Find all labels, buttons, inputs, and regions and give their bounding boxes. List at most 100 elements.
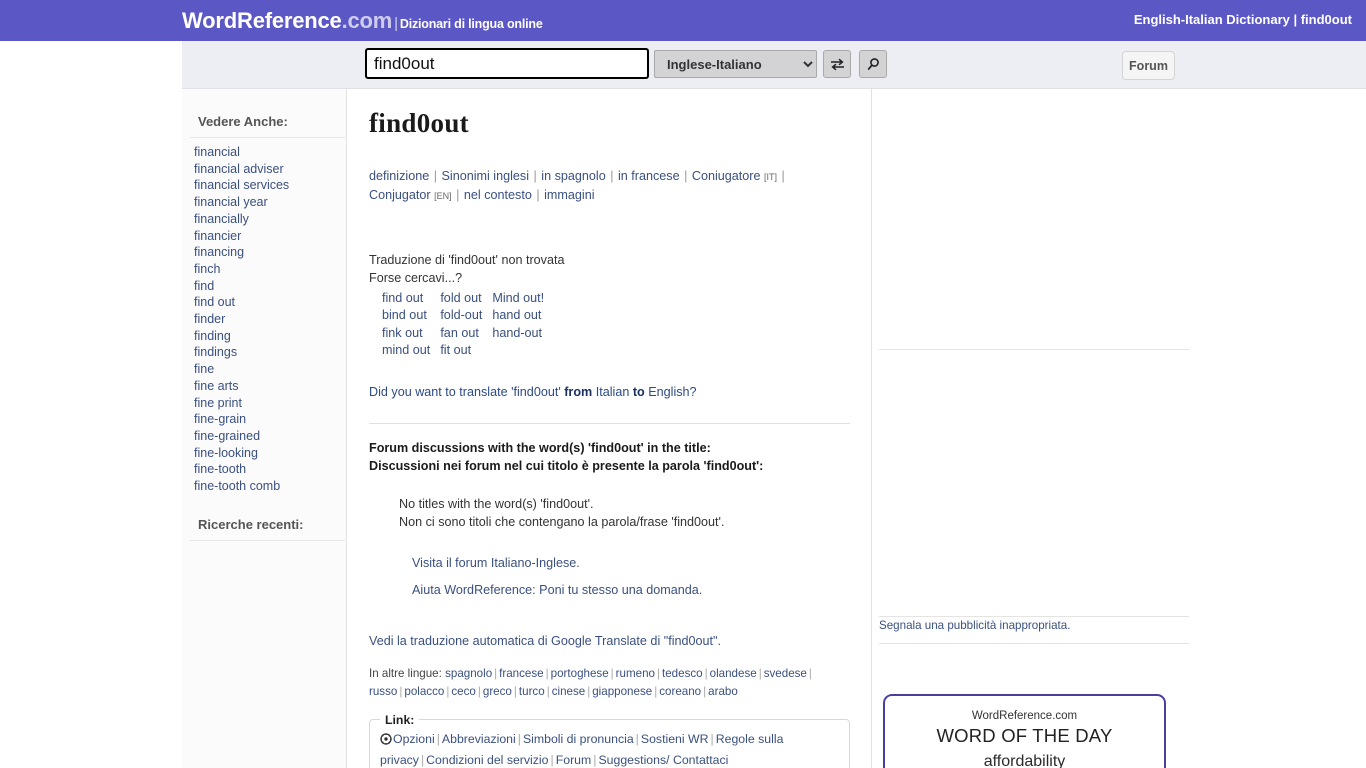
pipe: | (710, 732, 714, 747)
link-sinonimi-inglesi[interactable]: Sinonimi inglesi (442, 169, 530, 183)
pipe: | (436, 732, 440, 747)
table-row: fink out fan out hand-out (382, 325, 554, 342)
search-submit-button[interactable] (859, 50, 887, 78)
lang-giapponese[interactable]: giapponese (592, 685, 652, 698)
sidebar-item-financially[interactable]: financially (194, 211, 346, 228)
sidebar-item-financier[interactable]: financier (194, 228, 346, 245)
sidebar-item-financial-services[interactable]: financial services (194, 177, 346, 194)
sidebar-item-find[interactable]: find (194, 278, 346, 295)
suggestion-fink-out[interactable]: fink out (382, 326, 423, 340)
pipe: | (532, 187, 544, 202)
ad-slot-middle[interactable] (879, 351, 1189, 617)
forum-button[interactable]: Forum (1122, 51, 1175, 80)
pipe: | (546, 685, 550, 699)
link-abbreviazioni[interactable]: Abbreviazioni (442, 732, 516, 746)
link-in-francese[interactable]: in francese (618, 169, 680, 183)
divider (369, 423, 850, 425)
suggestion-bind-out[interactable]: bind out (382, 308, 427, 322)
link-conjugator-en[interactable]: Conjugator (369, 188, 431, 202)
site-logo[interactable]: WordReference.com | Dizionari di lingua on… (182, 8, 543, 34)
link-coniugatore-it[interactable]: Coniugatore (692, 169, 761, 183)
link-in-spagnolo[interactable]: in spagnolo (541, 169, 605, 183)
link-sostieni-wr[interactable]: Sostieni WR (641, 732, 709, 746)
reverse-translate-prompt[interactable]: Did you want to translate 'find0out' fro… (369, 385, 853, 399)
sidebar-item-fine-grained[interactable]: fine-grained (194, 428, 346, 445)
sidebar-item-finder[interactable]: finder (194, 311, 346, 328)
link-google-translate[interactable]: Vedi la traduzione automatica di Google … (369, 634, 721, 648)
suggestion-fit-out[interactable]: fit out (440, 343, 471, 357)
forum-action-links: Visita il forum Italiano-Inglese. Aiuta … (412, 550, 853, 604)
lang-polacco[interactable]: polacco (404, 685, 444, 698)
link-visit-forum[interactable]: Visita il forum Italiano-Inglese. (412, 550, 853, 577)
lang-francese[interactable]: francese (499, 667, 543, 680)
pipe: | (758, 667, 762, 681)
google-translate-line: Vedi la traduzione automatica di Google … (369, 634, 853, 648)
search-input[interactable] (365, 48, 649, 79)
link-condizioni-servizio[interactable]: Condizioni del servizio (426, 753, 548, 767)
sidebar-item-fine-print[interactable]: fine print (194, 395, 346, 412)
lang-olandese[interactable]: olandese (710, 667, 757, 680)
suggestion-fold-out-hyphen[interactable]: fold-out (440, 308, 482, 322)
lang-coreano[interactable]: coreano (659, 685, 701, 698)
link-ask-question[interactable]: Aiuta WordReference: Poni tu stesso una … (412, 577, 853, 604)
lang-cinese[interactable]: cinese (552, 685, 586, 698)
pipe: | (778, 169, 785, 183)
sidebar-item-fine-looking[interactable]: fine-looking (194, 445, 346, 462)
suggestion-fold-out[interactable]: fold out (440, 291, 481, 305)
link-simboli-pronuncia[interactable]: Simboli di pronuncia (523, 732, 634, 746)
lang-turco[interactable]: turco (519, 685, 545, 698)
reverse-translate-from-lang: Italian (592, 385, 633, 400)
sidebar-item-financial-adviser[interactable]: financial adviser (194, 161, 346, 178)
lang-greco[interactable]: greco (483, 685, 512, 698)
ad-slot-top[interactable] (879, 89, 1189, 350)
suggestion-find-out[interactable]: find out (382, 291, 423, 305)
lang-arabo[interactable]: arabo (708, 685, 738, 698)
pipe: | (680, 169, 691, 183)
swap-languages-button[interactable] (823, 50, 851, 78)
pipe: | (610, 667, 614, 681)
sidebar-item-find-out[interactable]: find out (194, 294, 346, 311)
sidebar-item-finding[interactable]: finding (194, 328, 346, 345)
link-nel-contesto[interactable]: nel contesto (464, 188, 532, 202)
suggestion-mind-out[interactable]: mind out (382, 343, 430, 357)
sidebar-item-finch[interactable]: finch (194, 261, 346, 278)
sidebar-item-fine-grain[interactable]: fine-grain (194, 411, 346, 428)
sidebar-item-financial-year[interactable]: financial year (194, 194, 346, 211)
suggestion-mind-out-excl[interactable]: Mind out! (492, 291, 544, 305)
link-opzioni[interactable]: Opzioni (393, 732, 435, 746)
link-forum[interactable]: Forum (556, 753, 592, 767)
sidebar: Vedere Anche: financial financial advise… (182, 89, 347, 768)
sidebar-item-financial[interactable]: financial (194, 144, 346, 161)
sidebar-item-fine-tooth[interactable]: fine-tooth (194, 461, 346, 478)
suggestion-fan-out[interactable]: fan out (440, 326, 479, 340)
magnifier-icon (867, 57, 879, 70)
report-ad-link[interactable]: Segnala una pubblicità inappropriata. (879, 619, 1070, 632)
suggestion-hand-out-hyphen[interactable]: hand-out (492, 326, 542, 340)
lang-rumeno[interactable]: rumeno (616, 667, 655, 680)
lang-svedese[interactable]: svedese (764, 667, 807, 680)
suggestion-hand-out[interactable]: hand out (492, 308, 541, 322)
lang-russo[interactable]: russo (369, 685, 397, 698)
link-definizione[interactable]: definizione (369, 169, 429, 183)
ad-column: Segnala una pubblicità inappropriata. Wo… (873, 89, 1366, 768)
pipe: | (513, 685, 517, 699)
pipe: | (704, 667, 708, 681)
lang-spagnolo[interactable]: spagnolo (445, 667, 492, 680)
sidebar-item-findings[interactable]: findings (194, 344, 346, 361)
sidebar-item-fine[interactable]: fine (194, 361, 346, 378)
word-of-the-day-card[interactable]: WordReference.com WORD OF THE DAY afford… (883, 694, 1166, 768)
sidebar-item-financing[interactable]: financing (194, 244, 346, 261)
lang-tedesco[interactable]: tedesco (662, 667, 703, 680)
link-suggestions-contattaci[interactable]: Suggestions/ Contattaci (598, 753, 728, 767)
link-immagini[interactable]: immagini (544, 188, 594, 202)
sidebar-see-also-list: financial financial adviser financial se… (182, 138, 346, 495)
sidebar-item-fine-tooth-comb[interactable]: fine-tooth comb (194, 478, 346, 495)
page-body: Vedere Anche: financial financial advise… (182, 89, 1366, 768)
pipe: | (430, 169, 441, 183)
lang-ceco[interactable]: ceco (451, 685, 476, 698)
sidebar-item-fine-arts[interactable]: fine arts (194, 378, 346, 395)
language-pair-select[interactable]: Inglese-Italiano (654, 50, 817, 78)
table-row: find out fold out Mind out! (382, 290, 554, 307)
reverse-translate-to-bold: to (632, 385, 645, 400)
lang-portoghese[interactable]: portoghese (551, 667, 609, 680)
